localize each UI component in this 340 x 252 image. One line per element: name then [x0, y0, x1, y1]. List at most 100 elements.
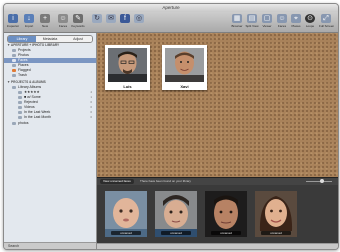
- sidebar-item-label: ■ w/ Some: [24, 95, 41, 99]
- count-badge: 0: [90, 115, 92, 119]
- sidebar-item-last-month[interactable]: In the Last Month 0: [4, 115, 96, 120]
- fullscreen-label: Full Screen: [319, 24, 335, 28]
- corkboard: Luis Xavi: [97, 33, 338, 177]
- split-view-label: Split View: [245, 24, 259, 28]
- sidebar-item-label: In the Last Week: [24, 110, 51, 114]
- tab-metadata[interactable]: Metadata: [36, 36, 64, 42]
- viewer-button[interactable]: ▢ Viewer: [260, 14, 274, 28]
- keywords-button[interactable]: ✎ Keywords: [71, 14, 85, 28]
- fullscreen-icon: ⤢: [321, 14, 331, 23]
- sidebar-tabs: Library Metadata Adjust: [7, 35, 93, 43]
- places-icon: ⌖: [291, 14, 301, 23]
- tab-unnamed-faces[interactable]: View unnamed faces: [100, 179, 134, 184]
- projects-icon: [12, 48, 16, 52]
- keywords-icon: ✎: [73, 14, 83, 23]
- places-button[interactable]: ⌖ Places: [289, 14, 303, 28]
- unnamed-label: unnamed: [211, 231, 241, 235]
- mail-button[interactable]: ✉: [104, 14, 118, 23]
- share-icon: f: [120, 14, 130, 23]
- title-bar: Aperture: [4, 4, 338, 19]
- split-view-button[interactable]: ▤ Split View: [245, 14, 259, 28]
- smart-album-icon: [18, 105, 22, 109]
- unnamed-face-4[interactable]: unnamed: [255, 191, 297, 237]
- smart-album-icon: [18, 100, 22, 104]
- import-label: Import: [24, 24, 34, 28]
- info-icon: i: [8, 14, 18, 23]
- face-photo: [108, 48, 147, 82]
- faces-button[interactable]: ☺ Faces: [56, 14, 70, 28]
- unnamed-face-2[interactable]: unnamed: [155, 191, 197, 237]
- loupe-icon: ⊙: [305, 14, 315, 23]
- sidebar-item-label: ★★★★★: [24, 90, 40, 94]
- faces-label: Faces: [58, 24, 68, 28]
- keywords-label: Keywords: [71, 24, 85, 28]
- new-button[interactable]: + New: [38, 14, 52, 28]
- album-icon: [12, 121, 16, 125]
- toolbar: i Inspector ↓ Import + New ☺ Faces ✎ Key…: [4, 12, 338, 33]
- flag-icon: [12, 68, 16, 72]
- sidebar-item-label: Faces: [18, 58, 28, 62]
- face-name: Xavi: [180, 84, 189, 89]
- sidebar-item-label: Photos: [18, 53, 29, 57]
- unnamed-label: unnamed: [261, 231, 291, 235]
- unnamed-label: unnamed: [111, 231, 141, 235]
- smart-album-icon: [18, 115, 22, 119]
- zoom-slider[interactable]: [306, 179, 332, 183]
- faces-icon: ☺: [58, 14, 68, 23]
- sidebar-search-label[interactable]: Search: [4, 244, 19, 248]
- faces-icon: [12, 58, 16, 62]
- inspector-label: Inspector: [6, 24, 20, 28]
- places-label: Places: [291, 24, 301, 28]
- tab-found-faces[interactable]: There have been found on your library: [137, 179, 194, 184]
- fullscreen-button[interactable]: ⤢ Full Screen: [319, 14, 335, 28]
- rotate-button[interactable]: ↻: [90, 14, 104, 23]
- faces-view-button[interactable]: ☺ Faces: [275, 14, 289, 28]
- smart-album-icon: [18, 95, 22, 99]
- sidebar-item-label: Rejected: [24, 100, 38, 104]
- sidebar-item-label: In the Last Month: [24, 115, 52, 119]
- slider-knob[interactable]: [320, 179, 324, 183]
- import-button[interactable]: ↓ Import: [22, 14, 36, 28]
- sidebar-item-label: Flagged: [18, 68, 31, 72]
- share-button[interactable]: f: [118, 14, 132, 23]
- sidebar-item-label: Library Albums: [18, 85, 42, 89]
- sidebar-item-label: Projects: [18, 48, 31, 52]
- split-view-icon: ▤: [247, 14, 257, 23]
- faces-view-icon: ☺: [277, 14, 287, 23]
- inspector-button[interactable]: i Inspector: [6, 14, 20, 28]
- tab-library[interactable]: Library: [8, 36, 36, 42]
- browser-icon: ▦: [232, 14, 242, 23]
- browser-button[interactable]: ▦ Browser: [230, 14, 244, 28]
- sidebar-item-photos-album[interactable]: photos: [4, 121, 96, 126]
- aperture-window: Aperture i Inspector ↓ Import + New ☺ Fa…: [3, 3, 339, 250]
- unnamed-face-1[interactable]: unnamed: [105, 191, 147, 237]
- new-label: New: [41, 24, 48, 28]
- tab-adjust[interactable]: Adjust: [64, 36, 92, 42]
- mail-icon: ✉: [106, 14, 116, 23]
- places-icon: [12, 63, 16, 67]
- sidebar-footer: Search: [4, 242, 96, 249]
- trash-icon: [12, 73, 16, 77]
- unnamed-face-3[interactable]: unnamed: [205, 191, 247, 237]
- faces-view-label: Faces: [277, 24, 287, 28]
- sidebar-item-label: photos: [18, 121, 29, 125]
- viewer-icon: ▢: [262, 14, 272, 23]
- rotate-icon: ↻: [92, 14, 102, 23]
- web-icon: ◎: [134, 14, 144, 23]
- folder-icon: [12, 85, 16, 89]
- web-button[interactable]: ◎: [132, 14, 146, 23]
- face-card-luis[interactable]: Luis: [105, 45, 150, 90]
- sidebar: Library Metadata Adjust ▼ APERTURE + IPH…: [4, 33, 97, 249]
- loupe-button[interactable]: ⊙ Loupe: [303, 14, 317, 28]
- sidebar-item-trash[interactable]: Trash: [4, 73, 96, 78]
- bottom-bar: [97, 243, 338, 249]
- face-card-xavi[interactable]: Xavi: [162, 45, 207, 90]
- unnamed-label: unnamed: [161, 231, 191, 235]
- browser-label: Browser: [231, 24, 243, 28]
- import-icon: ↓: [24, 14, 34, 23]
- sidebar-item-label: Places: [18, 63, 29, 67]
- window-title: Aperture: [162, 5, 180, 10]
- loupe-label: Loupe: [305, 24, 315, 28]
- face-name: Luis: [123, 84, 132, 89]
- unnamed-faces-strip: unnamed unnamed unnamed unnamed: [97, 185, 338, 243]
